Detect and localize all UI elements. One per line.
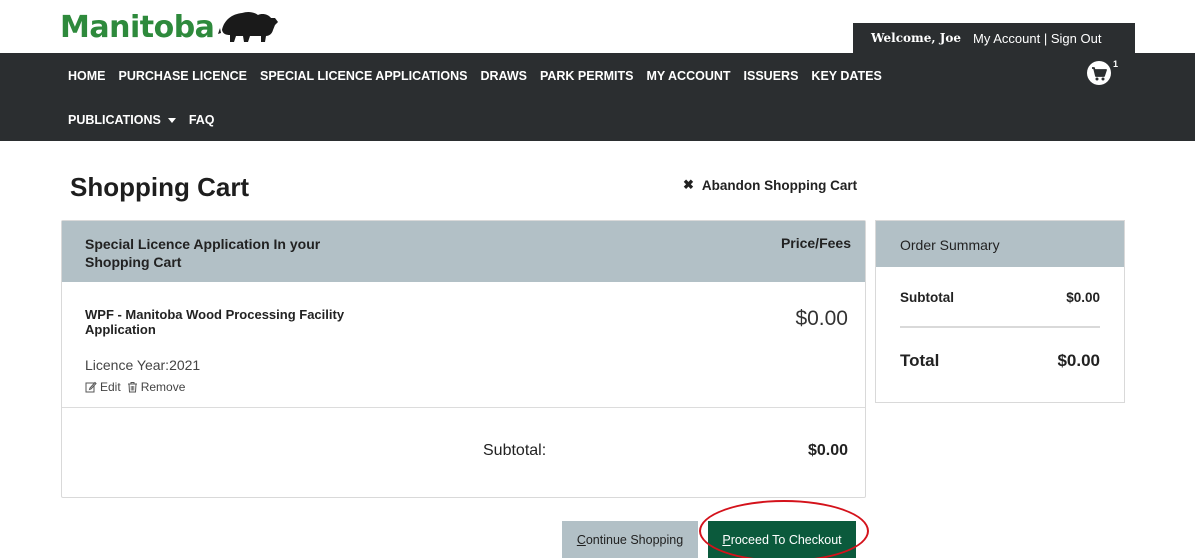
- continue-shopping-label: ontinue Shopping: [585, 533, 684, 547]
- nav-draws[interactable]: DRAWS: [480, 69, 527, 83]
- cart-item-actions: Edit Remove: [85, 380, 185, 394]
- nav-row-secondary: PUBLICATIONS FAQ: [68, 113, 228, 127]
- cart-item-name: WPF - Manitoba Wood Processing Facility …: [85, 307, 345, 337]
- summary-subtotal-label: Subtotal: [900, 290, 954, 305]
- cart-icon[interactable]: [1087, 61, 1111, 85]
- checkout-label: roceed To Checkout: [730, 533, 842, 547]
- remove-label: Remove: [140, 380, 186, 394]
- abandon-cart-link[interactable]: ✖ Abandon Shopping Cart: [683, 177, 857, 193]
- trash-icon: [127, 382, 137, 393]
- account-bar: Welcome, Joe My Account | Sign Out: [853, 23, 1135, 53]
- summary-divider: [900, 326, 1100, 328]
- cart-header: Special Licence Application In your Shop…: [62, 221, 865, 282]
- continue-shopping-button[interactable]: Continue Shopping: [562, 521, 698, 558]
- main-navbar: HOME PURCHASE LICENCE SPECIAL LICENCE AP…: [0, 53, 1195, 141]
- nav-my-account[interactable]: MY ACCOUNT: [647, 69, 731, 83]
- nav-publications-label: PUBLICATIONS: [68, 113, 161, 127]
- summary-total-value: $0.00: [1057, 351, 1100, 370]
- nav-park-permits[interactable]: PARK PERMITS: [540, 69, 634, 83]
- edit-item-button[interactable]: Edit: [85, 380, 121, 394]
- page-title: Shopping Cart: [70, 172, 250, 202]
- order-summary-header: Order Summary: [876, 221, 1124, 267]
- caret-down-icon: [167, 117, 176, 123]
- close-icon: ✖: [683, 177, 694, 192]
- nav-purchase-licence[interactable]: PURCHASE LICENCE: [119, 69, 248, 83]
- cart-panel: Special Licence Application In your Shop…: [61, 220, 866, 498]
- nav-faq[interactable]: FAQ: [189, 113, 215, 127]
- cart-item-licence-year: Licence Year:2021: [85, 357, 201, 373]
- cart-header-title: Special Licence Application In your Shop…: [85, 236, 321, 270]
- nav-publications[interactable]: PUBLICATIONS: [68, 113, 176, 127]
- summary-total-label: Total: [900, 351, 940, 370]
- summary-subtotal-value: $0.00: [1066, 290, 1100, 305]
- nav-issuers[interactable]: ISSUERS: [744, 69, 799, 83]
- cart-subtotal-value: $0.00: [807, 442, 848, 459]
- edit-label: Edit: [100, 380, 121, 394]
- abandon-cart-label: Abandon Shopping Cart: [701, 177, 858, 193]
- order-summary-panel: Order Summary Subtotal $0.00 Total $0.00: [875, 220, 1125, 403]
- logo-text: Manitoba: [60, 9, 215, 45]
- cart-divider: [62, 407, 865, 408]
- sign-out-link[interactable]: Sign Out: [1051, 31, 1102, 46]
- order-summary-title: Order Summary: [900, 237, 1000, 253]
- bison-icon: [218, 11, 279, 42]
- account-links: My Account | Sign Out: [973, 31, 1101, 46]
- cart-item-price: $0.00: [795, 307, 848, 330]
- shopping-cart-icon: [1092, 66, 1107, 80]
- nav-key-dates[interactable]: KEY DATES: [811, 69, 881, 83]
- welcome-text: Welcome, Joe: [871, 31, 962, 45]
- link-separator: |: [1043, 30, 1048, 46]
- proceed-to-checkout-button[interactable]: Proceed To Checkout: [708, 521, 856, 558]
- my-account-link[interactable]: My Account: [973, 31, 1040, 46]
- continue-shopping-accesskey: C: [576, 533, 586, 547]
- edit-icon: [85, 381, 97, 393]
- nav-row-primary: HOME PURCHASE LICENCE SPECIAL LICENCE AP…: [68, 69, 895, 83]
- cart-header-price: Price/Fees: [780, 235, 851, 251]
- remove-item-button[interactable]: Remove: [127, 380, 186, 394]
- cart-count-badge: 1: [1113, 59, 1119, 69]
- checkout-accesskey: P: [722, 533, 731, 547]
- manitoba-logo[interactable]: Manitoba: [60, 6, 280, 48]
- nav-special-licence-applications[interactable]: SPECIAL LICENCE APPLICATIONS: [260, 69, 467, 83]
- cart-subtotal-label: Subtotal:: [483, 442, 547, 459]
- nav-home[interactable]: HOME: [68, 69, 106, 83]
